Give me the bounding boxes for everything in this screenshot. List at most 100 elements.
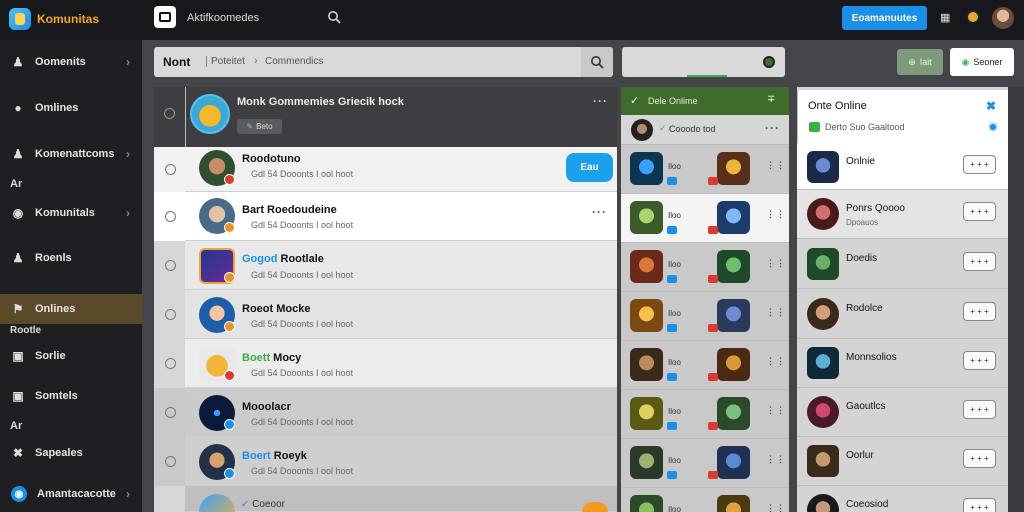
more-icon[interactable]: ⋮⋮ xyxy=(766,405,786,416)
online-row-action-button[interactable]: + + + xyxy=(963,302,996,321)
online-row-action-button[interactable]: + + + xyxy=(963,202,996,221)
breadcrumb-root[interactable]: Nont xyxy=(163,55,190,69)
online-row[interactable]: Oorlur + + + xyxy=(797,437,1008,486)
grid-row: Iloo ⋮⋮ xyxy=(621,292,789,341)
grid-avatar[interactable] xyxy=(717,348,750,381)
grid-row: Iloo ⋮⋮ xyxy=(621,488,789,512)
online-row-action-button[interactable]: + + + xyxy=(963,351,996,370)
grid-icon[interactable]: ▦ xyxy=(940,12,952,24)
grid-panel-title: Dele Onlime xyxy=(648,96,698,106)
pin-icon[interactable]: ✖ xyxy=(986,99,996,113)
sidebar-item-6[interactable]: ▣ Sorlie xyxy=(0,342,142,370)
window-icon[interactable] xyxy=(154,6,176,28)
list-row[interactable]: Mooolacr Gdl 54 Dooonts I ool hoot xyxy=(185,388,617,437)
row-action-button[interactable] xyxy=(582,502,608,512)
row-name: ✓ Coeoor xyxy=(241,499,285,510)
add-button[interactable]: ⊕ Iait xyxy=(897,49,943,75)
primary-button[interactable]: Eoamanuutes xyxy=(842,6,927,30)
row-action-button[interactable]: Eau xyxy=(566,153,613,182)
list-row[interactable]: Roodotuno Gdl 54 Dooonts I ool hoot Eau xyxy=(185,145,617,192)
row-radio[interactable] xyxy=(155,145,185,194)
grid-avatar[interactable] xyxy=(630,446,663,479)
online-row-action-button[interactable]: + + + xyxy=(963,252,996,271)
more-icon[interactable]: ⋮⋮ xyxy=(766,307,786,318)
sidebar-item-4[interactable]: ♟ Roenls xyxy=(0,244,142,272)
app-logo[interactable] xyxy=(9,8,31,30)
status-dot-icon[interactable] xyxy=(763,56,775,68)
sidebar-item-9[interactable]: ◉ Amantacacotte › xyxy=(0,480,142,508)
settings-icon[interactable] xyxy=(966,10,980,24)
row-radio[interactable] xyxy=(155,241,185,290)
list-row[interactable]: Roeot Mocke Gdl 54 Dooonts I ool hoot xyxy=(185,290,617,339)
grid-avatar[interactable] xyxy=(630,397,663,430)
row-radio[interactable] xyxy=(155,388,185,437)
grid-subheader: ✓ Cooodo tod ··· xyxy=(621,115,789,145)
list-row[interactable]: Boett Mocy Gdl 54 Dooonts I ool hoot xyxy=(185,339,617,388)
grid-avatar[interactable] xyxy=(717,299,750,332)
grid-avatar[interactable] xyxy=(630,495,663,512)
sidebar-item-5[interactable]: ⚑ Onlines xyxy=(0,294,142,324)
grid-avatar[interactable] xyxy=(630,348,663,381)
list-row[interactable]: ✓ Coeoor xyxy=(185,486,617,512)
breadcrumb-2[interactable]: Commendics xyxy=(265,56,323,67)
chevron-right-icon: › xyxy=(126,147,130,161)
more-icon[interactable]: ⋮⋮ xyxy=(766,209,786,220)
sidebar-item-0[interactable]: ♟ Oomenits › xyxy=(0,48,142,76)
online-row-action-button[interactable]: + + + xyxy=(963,449,996,468)
search-icon[interactable] xyxy=(327,10,341,24)
list-row[interactable]: Boert Roeyk Gdl 54 Dooonts I ool hoot xyxy=(185,437,617,486)
list-row[interactable]: Bart Roedoudeine Gdl 54 Dooonts I ool ho… xyxy=(185,192,617,241)
avatar xyxy=(199,494,235,512)
online-row-action-button[interactable]: + + + xyxy=(963,400,996,419)
grid-avatar[interactable] xyxy=(717,495,750,512)
online-row[interactable]: Monnsolios + + + xyxy=(797,339,1008,388)
sidebar-item-3[interactable]: ◉ Komunitals › xyxy=(0,199,142,227)
grid-avatar[interactable] xyxy=(717,201,750,234)
online-row[interactable]: Gaoutlcs + + + xyxy=(797,388,1008,437)
grid-avatar[interactable] xyxy=(630,250,663,283)
row-radio[interactable] xyxy=(155,437,185,486)
more-icon[interactable]: ⋮⋮ xyxy=(766,258,786,269)
more-icon[interactable]: ⋮⋮ xyxy=(766,503,786,512)
sidebar-item-8[interactable]: ✖ Sapeales xyxy=(0,439,142,467)
row-sub: Gdl 54 Dooonts I ool hoot xyxy=(251,417,354,427)
sidebar-item-7[interactable]: ▣ Somtels xyxy=(0,382,142,410)
sidebar-item-2[interactable]: ♟ Komenattcoms › xyxy=(0,140,142,168)
grid-avatar[interactable] xyxy=(630,299,663,332)
grid-avatar[interactable] xyxy=(717,397,750,430)
more-icon[interactable]: ⋮⋮ xyxy=(766,160,786,171)
online-row-action-button[interactable]: + + + xyxy=(963,155,996,174)
row-radio[interactable] xyxy=(155,290,185,339)
grid-avatar[interactable] xyxy=(630,152,663,185)
more-icon[interactable]: ⋮⋮ xyxy=(766,454,786,465)
group-avatar[interactable] xyxy=(190,94,230,134)
more-icon[interactable]: ··· xyxy=(592,205,607,219)
more-icon[interactable]: ··· xyxy=(593,94,608,108)
grid-avatar[interactable] xyxy=(717,446,750,479)
grid-avatar[interactable] xyxy=(717,250,750,283)
sidebar-item-1[interactable]: ● Omlines xyxy=(0,94,142,122)
grid-avatar[interactable] xyxy=(630,201,663,234)
user-avatar[interactable] xyxy=(992,7,1014,29)
online-row[interactable]: Ponrs Qoooo Dpoauos + + + xyxy=(797,190,1008,239)
collapse-icon[interactable]: ∓ xyxy=(767,94,775,105)
list-header-radio[interactable] xyxy=(164,108,175,119)
avatar xyxy=(807,248,839,280)
online-row[interactable]: Onlnie + + + xyxy=(797,143,1008,190)
status-badge xyxy=(708,373,718,381)
grid-avatar[interactable] xyxy=(717,152,750,185)
online-row[interactable]: Coeosiod + + + xyxy=(797,486,1008,512)
row-radio[interactable] xyxy=(155,339,185,388)
breadcrumb-separator: | xyxy=(205,55,208,67)
more-icon[interactable]: ··· xyxy=(765,121,780,135)
row-radio[interactable] xyxy=(155,192,185,241)
online-row-action-button[interactable]: + + + xyxy=(963,498,996,512)
toolbar-search-button[interactable] xyxy=(581,47,613,77)
online-row[interactable]: Rodolce + + + xyxy=(797,290,1008,339)
save-button[interactable]: ◉ Seoner xyxy=(950,48,1014,76)
list-header-tag[interactable]: ✎ Beto xyxy=(237,119,282,134)
breadcrumb-1[interactable]: Poteitet xyxy=(211,56,245,67)
list-row[interactable]: Gogod Rootlale Gdl 54 Dooonts I ool hoot xyxy=(185,241,617,290)
online-row[interactable]: Doedis + + + xyxy=(797,240,1008,289)
more-icon[interactable]: ⋮⋮ xyxy=(766,356,786,367)
